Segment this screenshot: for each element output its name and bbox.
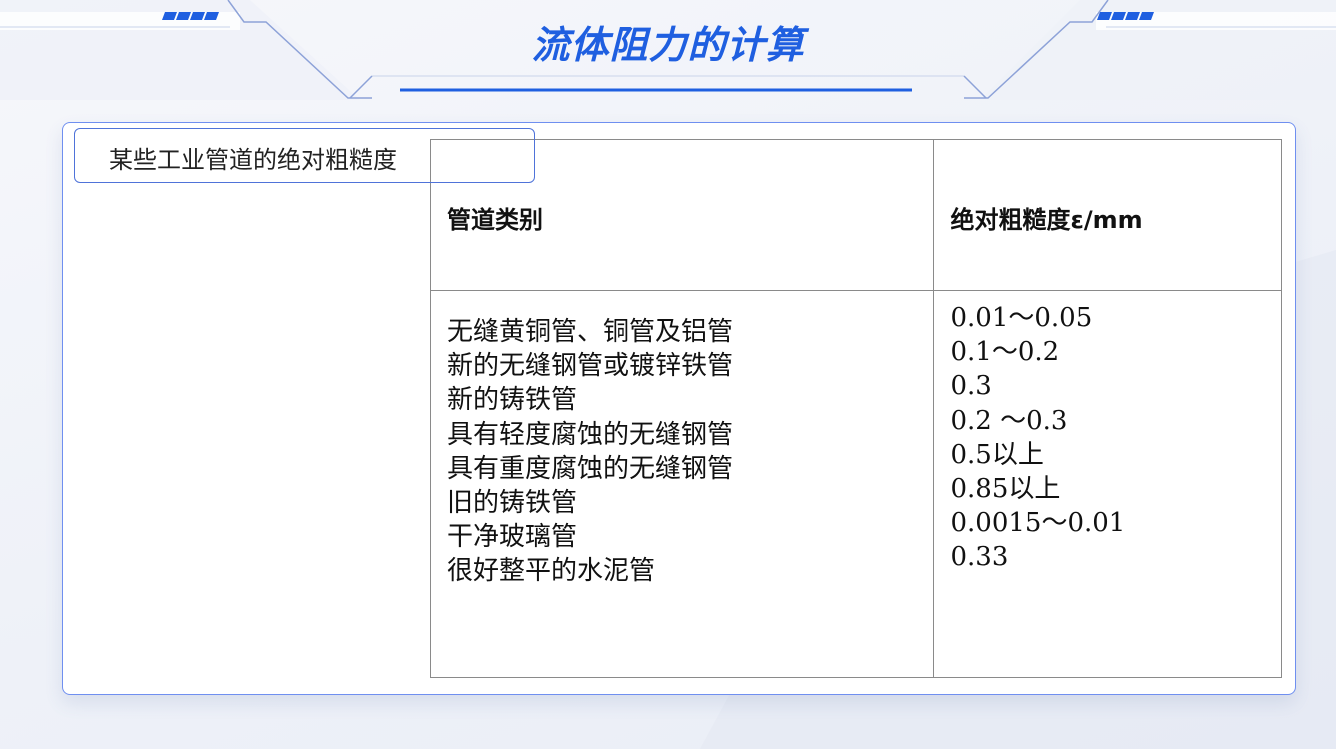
list-item: 0.33 [950, 542, 1009, 573]
list-item: 0.01～0.05 [950, 303, 1093, 333]
list-item: 干净玻璃管 [447, 522, 578, 553]
category-list: 无缝黄铜管、铜管及铝管 新的无缝钢管或镀锌铁管 新的铸铁管 具有轻度腐蚀的无缝钢… [431, 291, 933, 589]
list-item: 很好整平的水泥管 [447, 556, 656, 587]
list-item: 新的铸铁管 [447, 385, 578, 416]
category-cell: 无缝黄铜管、铜管及铝管 新的无缝钢管或镀锌铁管 新的铸铁管 具有轻度腐蚀的无缝钢… [429, 290, 935, 678]
roughness-list: 0.01～0.05 0.1～0.2 0.3 0.2 ～0.3 0.5以上 0.8… [934, 291, 1281, 575]
table-header-row: 管道类别 绝对粗糙度ε/mm [429, 139, 1282, 291]
page-title: 流体阻力的计算 [531, 23, 805, 67]
list-item: 0.2 ～0.3 [950, 405, 1068, 436]
roughness-table: 管道类别 绝对粗糙度ε/mm 无缝黄铜管、铜管及铝管 新的无缝钢管或镀锌铁管 新… [429, 139, 1282, 678]
list-item: 新的无缝钢管或镀锌铁管 [447, 351, 734, 382]
list-item: 0.85以上 [950, 474, 1061, 505]
list-item: 具有轻度腐蚀的无缝钢管 [447, 419, 734, 450]
list-item: 具有重度腐蚀的无缝钢管 [447, 453, 734, 484]
list-item: 0.3 [950, 371, 992, 402]
list-item: 0.1～0.2 [950, 337, 1060, 368]
list-item: 无缝黄铜管、铜管及铝管 [447, 317, 734, 347]
table-body-row: 无缝黄铜管、铜管及铝管 新的无缝钢管或镀锌铁管 新的铸铁管 具有轻度腐蚀的无缝钢… [429, 290, 1282, 678]
header-cell-roughness: 绝对粗糙度ε/mm [933, 139, 1282, 291]
roughness-cell: 0.01～0.05 0.1～0.2 0.3 0.2 ～0.3 0.5以上 0.8… [933, 290, 1282, 678]
list-item: 0.5以上 [950, 439, 1044, 470]
section-label: 某些工业管道的绝对粗糙度 [74, 128, 535, 183]
list-item: 0.0015～0.01 [950, 508, 1126, 539]
column-header: 绝对粗糙度ε/mm [950, 206, 1143, 234]
list-item: 旧的铸铁管 [447, 488, 578, 519]
section-label-text: 某些工业管道的绝对粗糙度 [109, 146, 397, 174]
